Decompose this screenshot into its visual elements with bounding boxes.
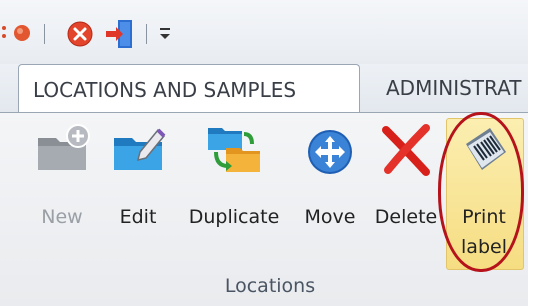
new-label: New <box>41 206 83 228</box>
edit-button[interactable]: Edit <box>106 118 170 268</box>
new-button[interactable]: New <box>30 118 94 268</box>
duplicate-button[interactable]: Duplicate <box>178 118 290 268</box>
duplicate-label: Duplicate <box>188 206 280 228</box>
delete-button[interactable]: Delete <box>370 118 442 268</box>
tab-label: ADMINISTRAT <box>386 76 522 100</box>
bullet-icon[interactable] <box>0 22 40 46</box>
toolbar-separator <box>146 24 147 44</box>
duplicate-folder-icon <box>208 128 260 172</box>
toolbar-separator <box>44 24 45 44</box>
close-icon[interactable] <box>66 20 94 48</box>
quick-access-toolbar <box>0 0 528 64</box>
tab-label: LOCATIONS AND SAMPLES <box>33 77 297 102</box>
group-label-text: Locations <box>224 275 316 297</box>
move-button[interactable]: Move <box>294 118 366 268</box>
new-folder-icon <box>38 124 90 170</box>
move-label: Move <box>304 206 356 228</box>
customize-dropdown-icon[interactable] <box>158 26 172 42</box>
edit-folder-icon <box>114 128 166 170</box>
tab-administration[interactable]: ADMINISTRAT <box>372 64 528 112</box>
edit-label: Edit <box>119 206 157 228</box>
ribbon-tab-bar: LOCATIONS AND SAMPLES ADMINISTRAT <box>0 64 528 114</box>
annotation-circle <box>438 112 524 272</box>
tab-locations-and-samples[interactable]: LOCATIONS AND SAMPLES <box>18 64 360 114</box>
delete-icon <box>382 124 430 176</box>
ribbon-group-label: Locations <box>0 275 528 297</box>
exit-door-icon[interactable] <box>104 18 136 50</box>
move-icon <box>308 130 352 174</box>
delete-label: Delete <box>374 206 438 228</box>
